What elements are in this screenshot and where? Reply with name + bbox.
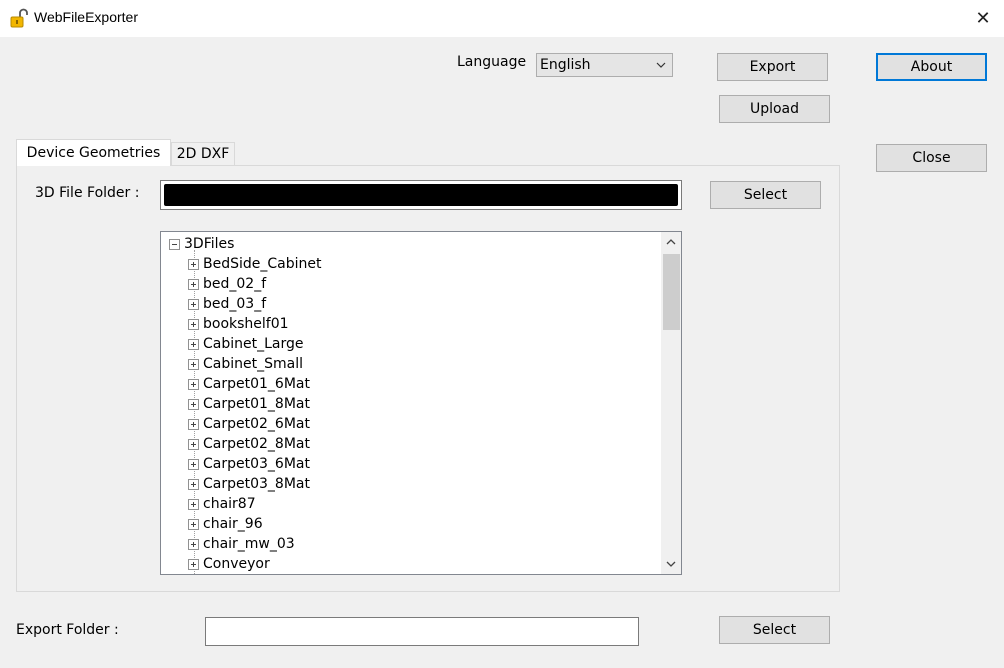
tree-item[interactable]: Carpet01_6Mat (188, 374, 310, 394)
close-icon: ✕ (975, 7, 991, 29)
tree-item-label: Carpet01_8Mat (203, 396, 310, 412)
chevron-down-icon (656, 62, 666, 68)
window-title: WebFileExporter (34, 9, 139, 25)
expand-icon[interactable] (188, 358, 199, 370)
tree-item[interactable]: Cabinet_Small (188, 354, 303, 374)
3d-file-folder-field[interactable] (160, 180, 682, 210)
language-selected-value: English (540, 57, 591, 73)
expand-icon[interactable] (188, 518, 199, 530)
expand-icon[interactable] (188, 438, 199, 450)
tree-item[interactable]: Carpet02_8Mat (188, 434, 310, 454)
tree-item[interactable]: Carpet01_8Mat (188, 394, 310, 414)
expand-icon[interactable] (188, 338, 199, 350)
tab-device-geometries[interactable]: Device Geometries (16, 139, 171, 166)
tree-item[interactable]: Conveyor (188, 554, 270, 574)
tree-item[interactable]: Carpet02_6Mat (188, 414, 310, 434)
about-button-label: About (910, 59, 953, 75)
upload-button-label: Upload (749, 101, 800, 117)
chevron-down-icon (666, 561, 676, 567)
tree-item-label: bookshelf01 (203, 316, 289, 332)
tree-item[interactable]: chair_96 (188, 514, 263, 534)
tab-2d-dxf[interactable]: 2D DXF (171, 142, 235, 165)
3d-folder-select-label: Select (743, 187, 788, 203)
expand-icon[interactable] (188, 258, 199, 270)
tree-item[interactable]: chair_mw_03 (188, 534, 295, 554)
tree-item-label: chair87 (203, 496, 256, 512)
tree-item[interactable]: bookshelf01 (188, 314, 289, 334)
padlock-icon (10, 8, 28, 28)
export-folder-field[interactable] (205, 617, 639, 646)
tab-device-geometries-label: Device Geometries (26, 145, 161, 161)
redacted-path (164, 184, 678, 206)
tree-item-label: Carpet02_8Mat (203, 436, 310, 452)
tree-item-label: chair_mw_03 (203, 536, 295, 552)
tree-item[interactable]: Carpet03_6Mat (188, 454, 310, 474)
tree-item[interactable]: Carpet03_8Mat (188, 474, 310, 494)
chevron-up-icon (666, 239, 676, 245)
tree-item-label: Carpet03_8Mat (203, 476, 310, 492)
tree-item-label: Carpet02_6Mat (203, 416, 310, 432)
tree-item-label: bed_02_f (203, 276, 267, 292)
tab-2d-dxf-label: 2D DXF (176, 146, 230, 162)
expand-icon[interactable] (188, 418, 199, 430)
close-button-label: Close (912, 150, 951, 166)
tree-item-label: Carpet01_6Mat (203, 376, 310, 392)
export-folder-select-button[interactable]: Select (719, 616, 830, 644)
title-bar: WebFileExporter ✕ (0, 0, 1004, 37)
3d-file-folder-label: 3D File Folder : (35, 185, 140, 201)
export-folder-label: Export Folder : (16, 622, 119, 638)
expand-icon[interactable] (188, 378, 199, 390)
expand-icon[interactable] (188, 298, 199, 310)
scroll-down-button[interactable] (661, 554, 681, 574)
tree-root[interactable]: 3DFiles (169, 234, 234, 254)
expand-icon[interactable] (188, 278, 199, 290)
tree-item-label: Carpet03_6Mat (203, 456, 310, 472)
window-close-button[interactable]: ✕ (968, 4, 998, 32)
export-button-label: Export (749, 59, 796, 75)
scroll-up-button[interactable] (661, 232, 681, 252)
language-dropdown[interactable]: English (536, 53, 673, 77)
tree-scrollbar[interactable] (661, 232, 681, 574)
close-button[interactable]: Close (876, 144, 987, 172)
file-tree[interactable]: 3DFiles BedSide_Cabinet bed_02_f bed_03_fb… (160, 231, 682, 575)
expand-icon[interactable] (188, 498, 199, 510)
tree-item[interactable]: Cabinet_Large (188, 334, 304, 354)
expand-icon[interactable] (188, 478, 199, 490)
tree-item[interactable]: chair87 (188, 494, 256, 514)
expand-icon[interactable] (188, 318, 199, 330)
export-folder-select-label: Select (752, 622, 797, 638)
tree-item-label: BedSide_Cabinet (203, 256, 322, 272)
expand-icon[interactable] (188, 538, 199, 550)
language-label: Language (457, 54, 527, 70)
tree-root-label: 3DFiles (184, 236, 235, 252)
expand-icon[interactable] (188, 558, 199, 570)
tree-item-label: bed_03_f (203, 296, 267, 312)
3d-folder-select-button[interactable]: Select (710, 181, 821, 209)
about-button[interactable]: About (876, 53, 987, 81)
tree-item[interactable]: BedSide_Cabinet (188, 254, 322, 274)
tree-item[interactable]: bed_03_f (188, 294, 266, 314)
tree-item[interactable]: bed_02_f (188, 274, 266, 294)
upload-button[interactable]: Upload (719, 95, 830, 123)
collapse-icon[interactable] (169, 238, 180, 250)
tree-item-label: chair_96 (203, 516, 263, 532)
expand-icon[interactable] (188, 398, 199, 410)
tree-item-label: Cabinet_Small (203, 356, 303, 372)
scroll-thumb[interactable] (663, 254, 680, 330)
tree-item-label: Conveyor (203, 556, 270, 572)
export-button[interactable]: Export (717, 53, 828, 81)
tree-item-label: Cabinet_Large (203, 336, 304, 352)
expand-icon[interactable] (188, 458, 199, 470)
